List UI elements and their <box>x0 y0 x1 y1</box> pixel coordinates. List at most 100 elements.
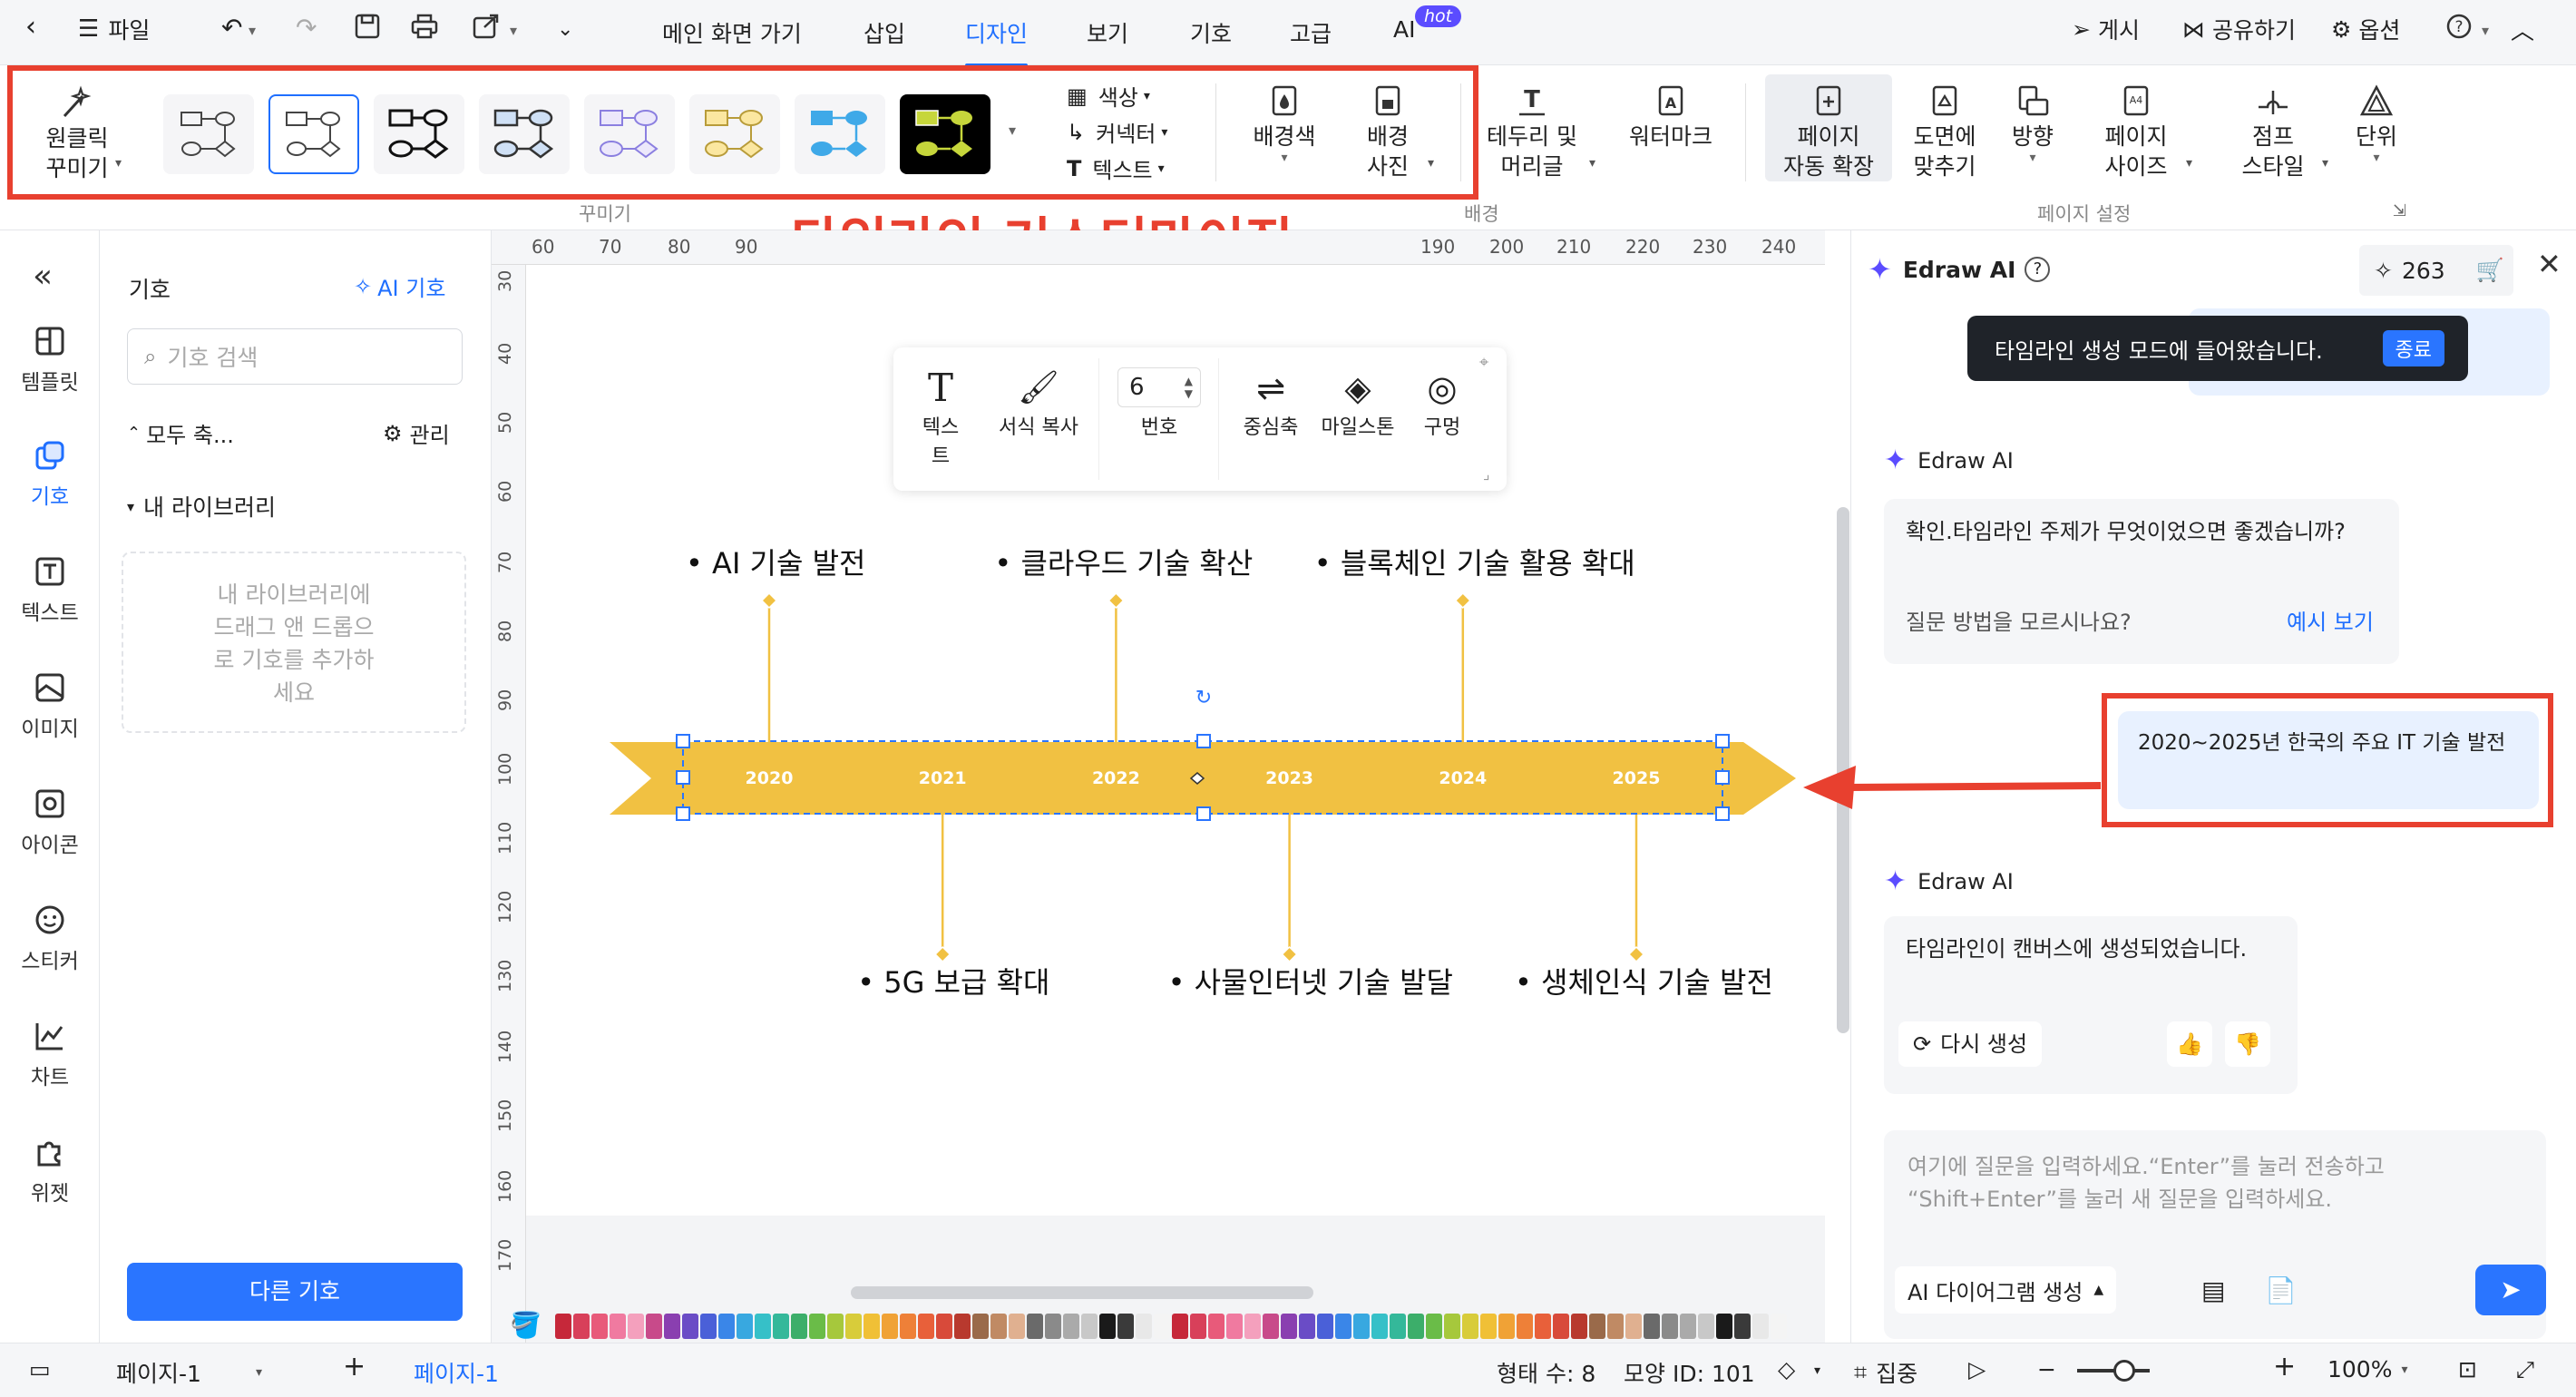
color-swatch[interactable] <box>1154 1314 1170 1339</box>
float-text-button[interactable]: T 텍스트 <box>913 366 968 469</box>
border-header-button[interactable]: T 테두리 및 머리글 <box>1473 83 1591 181</box>
file-prompt-icon[interactable]: 📄 <box>2265 1275 2297 1305</box>
save-icon[interactable] <box>354 13 381 40</box>
horizontal-scrollbar[interactable] <box>851 1286 1313 1299</box>
color-swatch[interactable] <box>682 1314 698 1339</box>
milestone-marker[interactable] <box>1454 591 1471 610</box>
more-symbols-button[interactable]: 다른 기호 <box>127 1263 463 1321</box>
color-swatch[interactable] <box>700 1314 717 1339</box>
menu-view[interactable]: 보기 <box>1087 16 1128 49</box>
jumpstyle-dropdown-icon[interactable]: ▾ <box>2322 156 2328 171</box>
year-label[interactable]: 2020 <box>746 768 794 788</box>
color-swatch[interactable] <box>791 1314 807 1339</box>
thumbs-up-icon[interactable]: 👍 <box>2167 1021 2212 1067</box>
page-selector[interactable]: 페이지-1 ▾ <box>116 1356 262 1389</box>
color-palette[interactable] <box>555 1314 1807 1339</box>
event-label[interactable]: • 생체인식 기술 발전 <box>1515 965 1773 1000</box>
template-prompt-icon[interactable]: ▤ <box>2201 1275 2225 1305</box>
color-swatch[interactable] <box>773 1314 789 1339</box>
color-swatch[interactable] <box>1662 1314 1678 1339</box>
file-menu[interactable]: ☰ 파일 <box>78 13 150 45</box>
color-swatch[interactable] <box>1734 1314 1751 1339</box>
event-label[interactable]: • 사물인터넷 기술 발달 <box>1168 965 1453 1000</box>
color-swatch[interactable] <box>1117 1314 1134 1339</box>
symbol-search-input[interactable]: ⌕ 기호 검색 <box>127 328 463 385</box>
collapse-panel-icon[interactable]: « <box>33 258 53 295</box>
hole-button[interactable]: ◎ 구멍 <box>1410 366 1474 440</box>
color-swatch[interactable] <box>1607 1314 1624 1339</box>
milestone-button[interactable]: ◈ 마일스톤 <box>1312 366 1403 440</box>
event-label[interactable]: • 블록체인 기술 활용 확대 <box>1314 546 1635 581</box>
collapse-ribbon-icon[interactable]: ︿ <box>2511 13 2534 46</box>
color-swatch[interactable] <box>827 1314 844 1339</box>
menu-advanced[interactable]: 고급 <box>1290 16 1332 49</box>
color-swatch[interactable] <box>591 1314 608 1339</box>
thumbs-down-icon[interactable]: 👎 <box>2225 1021 2270 1067</box>
fit-page-icon[interactable]: ⊡ <box>2458 1356 2477 1382</box>
undo-icon[interactable]: ↶ <box>221 13 242 43</box>
color-swatch[interactable] <box>1099 1314 1116 1339</box>
zoom-level[interactable]: 100% ▾ <box>2327 1356 2408 1382</box>
format-painter-button[interactable]: 🖌 서식 복사 <box>993 366 1084 440</box>
layers-dropdown-icon[interactable]: ▾ <box>1814 1363 1820 1378</box>
color-swatch[interactable] <box>1045 1314 1061 1339</box>
color-swatch[interactable] <box>646 1314 662 1339</box>
menu-ai[interactable]: AI <box>1393 16 1415 43</box>
color-swatch[interactable] <box>755 1314 771 1339</box>
stepper-arrows-icon[interactable]: ▲ ▼ <box>1185 375 1193 400</box>
color-swatch[interactable] <box>610 1314 626 1339</box>
color-swatch[interactable] <box>1752 1314 1769 1339</box>
my-library-header[interactable]: ▾ 내 라이브러리 <box>127 490 276 523</box>
event-label[interactable]: • AI 기술 발전 <box>686 546 865 581</box>
ai-credits[interactable]: ✧ 263 🛒 <box>2359 245 2513 296</box>
color-swatch[interactable] <box>1716 1314 1732 1339</box>
central-axis-button[interactable]: ⇌ 중심축 <box>1234 366 1307 440</box>
color-swatch[interactable] <box>718 1314 735 1339</box>
color-swatch[interactable] <box>1408 1314 1424 1339</box>
page-tab[interactable]: 페이지-1 <box>414 1356 499 1389</box>
add-page-icon[interactable]: + <box>343 1351 366 1382</box>
color-swatch[interactable] <box>573 1314 590 1339</box>
color-swatch[interactable] <box>1263 1314 1279 1339</box>
color-swatch[interactable] <box>1589 1314 1605 1339</box>
number-stepper[interactable]: 6 ▲ ▼ 번호 <box>1111 366 1207 440</box>
export-dropdown-icon[interactable]: ▾ <box>510 22 517 39</box>
color-swatch[interactable] <box>1698 1314 1714 1339</box>
color-swatch[interactable] <box>1244 1314 1261 1339</box>
color-swatch[interactable] <box>1281 1314 1297 1339</box>
color-swatch[interactable] <box>1498 1314 1515 1339</box>
color-swatch[interactable] <box>1208 1314 1225 1339</box>
close-icon[interactable]: ✕ <box>2537 247 2561 281</box>
color-swatch[interactable] <box>954 1314 971 1339</box>
help-dropdown-icon[interactable]: ▾ <box>2482 22 2489 39</box>
send-button[interactable]: ➤ <box>2475 1265 2546 1315</box>
color-swatch[interactable] <box>555 1314 571 1339</box>
color-swatch[interactable] <box>1462 1314 1478 1339</box>
pin-icon[interactable]: ⌖ <box>1479 353 1488 372</box>
auto-expand-button[interactable]: 페이지 자동 확장 <box>1765 74 1892 181</box>
milestone-marker[interactable] <box>1107 591 1125 610</box>
fill-bucket-icon[interactable]: 🪣 <box>510 1310 542 1340</box>
color-swatch[interactable] <box>809 1314 825 1339</box>
color-swatch[interactable] <box>1317 1314 1333 1339</box>
more-icon[interactable]: ⌄ <box>557 18 573 41</box>
info-icon[interactable]: ? <box>2025 257 2051 282</box>
color-swatch[interactable] <box>1063 1314 1079 1339</box>
chat-input-box[interactable]: 여기에 질문을 입력하세요.“Enter”를 눌러 전송하고 “Shift+En… <box>1884 1130 2546 1339</box>
regenerate-button[interactable]: ⟳ 다시 생성 <box>1898 1021 2043 1067</box>
sidebar-item-widgets[interactable]: 위젯 <box>0 1136 100 1206</box>
border-dropdown-icon[interactable]: ▾ <box>1589 156 1595 171</box>
color-swatch[interactable] <box>1335 1314 1351 1339</box>
pagesize-dropdown-icon[interactable]: ▾ <box>2186 156 2192 171</box>
color-swatch[interactable] <box>864 1314 880 1339</box>
milestone-marker[interactable] <box>760 591 778 610</box>
manage-button[interactable]: ⚙ 관리 <box>383 417 450 449</box>
color-swatch[interactable] <box>900 1314 916 1339</box>
rotate-handle-icon[interactable]: ↻ <box>1195 687 1212 709</box>
year-label[interactable]: 2025 <box>1613 768 1661 788</box>
fullscreen-icon[interactable]: ⤢ <box>2516 1356 2534 1383</box>
menu-home[interactable]: 메인 화면 가기 <box>662 16 802 49</box>
color-swatch[interactable] <box>1644 1314 1660 1339</box>
color-swatch[interactable] <box>918 1314 934 1339</box>
see-example-link[interactable]: 예시 보기 <box>2287 606 2374 639</box>
